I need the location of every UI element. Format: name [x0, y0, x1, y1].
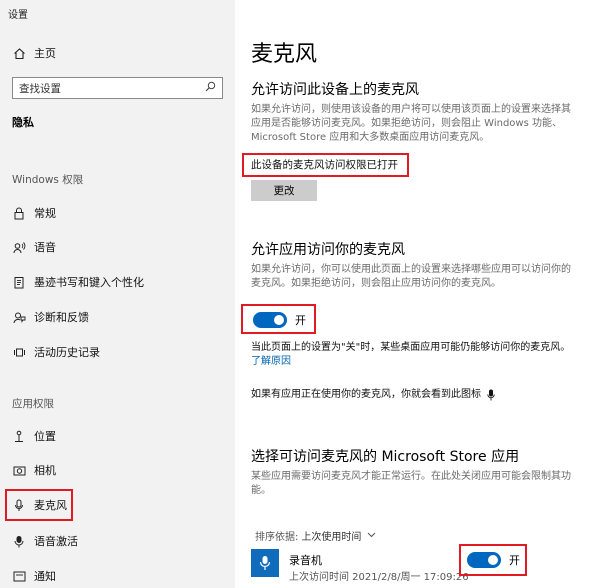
microphone-in-use-icon: [487, 389, 495, 401]
chevron-down-icon: [367, 530, 376, 541]
microphone-filled-icon: [12, 534, 26, 548]
store-apps-heading: 选择可访问麦克风的 Microsoft Store 应用: [251, 449, 520, 465]
app-access-description: 如果允许访问，你可以使用此页面上的设置来选择哪些应用可以访问你的 麦克风。如果拒…: [251, 264, 571, 289]
speech-icon: [12, 240, 26, 254]
sort-value: 上次使用时间: [301, 532, 362, 543]
search-input[interactable]: 查找设置: [12, 77, 223, 99]
sidebar-item-voice-activation[interactable]: 语音激活: [12, 531, 78, 551]
search-placeholder: 查找设置: [19, 82, 61, 95]
highlight-box-recorder-toggle: [459, 544, 527, 576]
app-access-heading: 允许应用访问你的麦克风: [251, 242, 405, 258]
device-access-heading: 允许访问此设备上的麦克风: [251, 82, 419, 98]
feedback-icon: [12, 310, 26, 324]
voice-recorder-app-icon: [251, 549, 279, 577]
highlight-box-app-toggle: [241, 304, 316, 334]
search-icon: [205, 81, 216, 95]
sidebar-item-label: 语音: [34, 241, 56, 254]
sidebar-item-location[interactable]: 位置: [12, 426, 56, 446]
device-access-description: 如果允许访问，则使用该设备的用户将可以使用该页面上的设置来选择其 应用是否能够访…: [251, 104, 571, 143]
learn-more-link[interactable]: 了解原因: [251, 355, 589, 369]
notepad-icon: [12, 275, 26, 289]
sidebar-item-label: 相机: [34, 464, 56, 477]
sidebar: 设置 主页 查找设置 隐私 Windows 权限 常规 语音 墨迹书写和键入个性…: [0, 0, 235, 588]
sidebar-item-home[interactable]: 主页: [12, 43, 56, 63]
sidebar-item-label: 位置: [34, 430, 56, 443]
sidebar-item-label: 诊断和反馈: [34, 311, 89, 324]
sidebar-item-label: 墨迹书写和键入个性化: [34, 276, 144, 289]
change-button[interactable]: 更改: [251, 180, 317, 201]
app-name: 录音机: [289, 554, 322, 567]
sidebar-item-label: 主页: [34, 47, 56, 60]
lock-icon: [12, 206, 26, 220]
sort-label: 排序依据:: [255, 532, 299, 543]
page-title: 麦克风: [251, 42, 318, 67]
sidebar-item-inking-typing[interactable]: 墨迹书写和键入个性化: [12, 272, 144, 292]
camera-icon: [12, 463, 26, 477]
sidebar-item-label: 常规: [34, 207, 56, 220]
home-icon: [12, 46, 26, 60]
sidebar-item-camera[interactable]: 相机: [12, 460, 56, 480]
main-content: 麦克风 允许访问此设备上的麦克风 如果允许访问，则使用该设备的用户将可以使用该页…: [235, 0, 600, 588]
desktop-app-note: 当此页面上的设置为"关"时，某些桌面应用可能仍能够访问你的麦克风。: [251, 342, 571, 353]
sidebar-item-label: 活动历史记录: [34, 346, 100, 359]
location-icon: [12, 429, 26, 443]
sort-dropdown[interactable]: 排序依据: 上次使用时间: [255, 528, 376, 543]
sidebar-item-label: 通知: [34, 570, 56, 583]
highlight-box-device-status: [242, 153, 409, 177]
in-use-note: 如果有应用正在使用你的麦克风，你就会看到此图标: [251, 388, 589, 402]
sidebar-item-notifications[interactable]: 通知: [12, 566, 56, 586]
sidebar-item-diagnostics[interactable]: 诊断和反馈: [12, 307, 89, 327]
notification-icon: [12, 569, 26, 583]
activity-history-icon: [12, 345, 26, 359]
window-title: 设置: [8, 10, 28, 21]
store-apps-description: 某些应用需要访问麦克风才能正常运行。在此处关闭应用可能会限制其功 能。: [251, 471, 571, 496]
app-permissions-label: 应用权限: [12, 398, 54, 410]
sidebar-privacy-heading: 隐私: [12, 116, 34, 129]
highlight-box-microphone: [5, 489, 73, 521]
sidebar-item-general[interactable]: 常规: [12, 203, 56, 223]
windows-permissions-label: Windows 权限: [12, 174, 84, 186]
sidebar-item-label: 语音激活: [34, 535, 78, 548]
sidebar-item-speech[interactable]: 语音: [12, 237, 56, 257]
sidebar-item-activity-history[interactable]: 活动历史记录: [12, 342, 100, 362]
app-last-access: 上次访问时间 2021/2/8/周一 17:09:26: [289, 572, 469, 583]
